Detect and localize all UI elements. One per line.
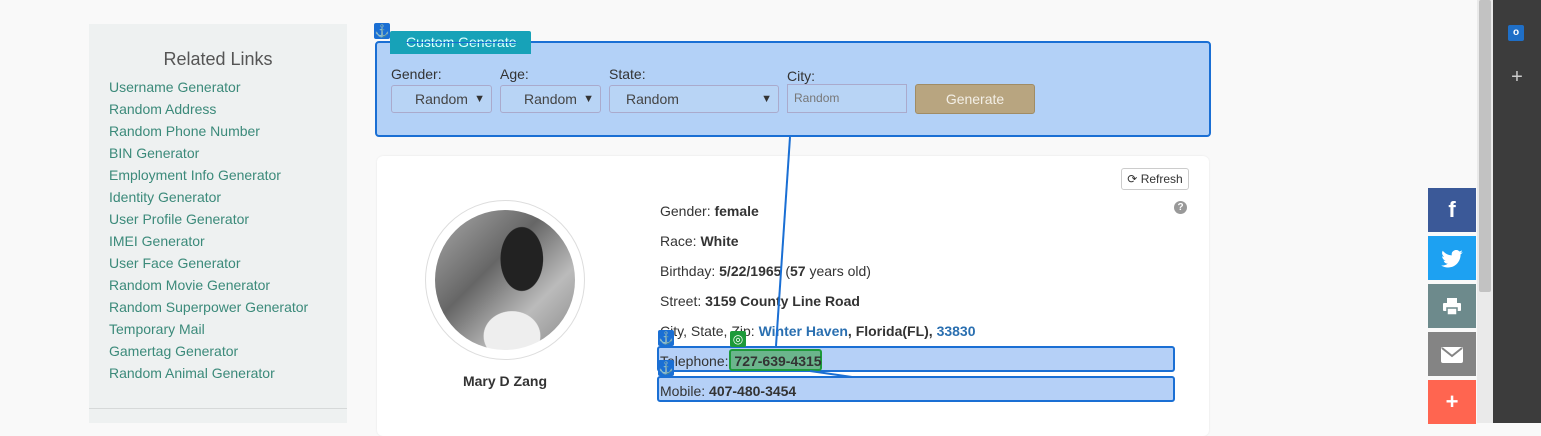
age-label: Age: bbox=[500, 66, 529, 82]
sidebar-link-random-superpower-generator[interactable]: Random Superpower Generator bbox=[109, 299, 308, 321]
chevron-down-icon: ▼ bbox=[761, 93, 772, 105]
age-select-value: Random bbox=[524, 91, 577, 107]
sidebar-link-random-phone-number[interactable]: Random Phone Number bbox=[109, 123, 308, 145]
sidebar-link-user-profile-generator[interactable]: User Profile Generator bbox=[109, 211, 308, 233]
sidebar-link-random-animal-generator[interactable]: Random Animal Generator bbox=[109, 365, 308, 387]
gender-row-label: Gender: bbox=[660, 203, 711, 219]
age-suffix: years old) bbox=[809, 263, 871, 279]
street-label: Street: bbox=[660, 293, 702, 309]
telephone-row: Telephone: 727-639-4315 bbox=[660, 353, 822, 369]
sidebar-divider bbox=[89, 408, 347, 409]
related-links-sidebar: Related Links Username Generator Random … bbox=[89, 24, 347, 423]
race-row: Race: White bbox=[660, 233, 739, 249]
target-icon: ◎ bbox=[730, 331, 746, 347]
refresh-label: Refresh bbox=[1140, 172, 1183, 186]
scrollbar-thumb[interactable] bbox=[1479, 0, 1491, 292]
birthday-row: Birthday: 5/22/1965 (57 years old) bbox=[660, 263, 871, 279]
sidebar-link-temporary-mail[interactable]: Temporary Mail bbox=[109, 321, 308, 343]
state-value: Florida(FL) bbox=[855, 323, 929, 339]
plus-icon: + bbox=[1445, 389, 1459, 414]
age-value: 57 bbox=[790, 263, 806, 279]
state-label: State: bbox=[609, 66, 646, 82]
avatar bbox=[435, 210, 575, 350]
sidebar-link-random-address[interactable]: Random Address bbox=[109, 101, 308, 123]
print-icon bbox=[1443, 298, 1461, 316]
add-icon[interactable]: + bbox=[1508, 66, 1526, 88]
mobile-value[interactable]: 407-480-3454 bbox=[709, 383, 796, 399]
related-links-list: Username Generator Random Address Random… bbox=[109, 79, 308, 387]
age-select[interactable]: Random ▼ bbox=[500, 85, 601, 113]
gender-label: Gender: bbox=[391, 66, 442, 82]
city-link[interactable]: Winter Haven bbox=[759, 323, 848, 339]
birthday-value: 5/22/1965 bbox=[719, 263, 782, 279]
city-input[interactable]: Random bbox=[787, 84, 907, 113]
city-state-zip-row: City, State, Zip: Winter Haven, Florida(… bbox=[660, 323, 976, 339]
anchor-icon: ⚓ bbox=[658, 360, 674, 376]
sidebar-link-random-movie-generator[interactable]: Random Movie Generator bbox=[109, 277, 308, 299]
outlook-icon[interactable]: o bbox=[1508, 25, 1524, 41]
state-select[interactable]: Random ▼ bbox=[609, 85, 779, 113]
state-select-value: Random bbox=[626, 91, 679, 107]
facebook-share-button[interactable]: f bbox=[1428, 188, 1476, 232]
print-share-button[interactable] bbox=[1428, 284, 1476, 328]
chevron-down-icon: ▼ bbox=[583, 93, 594, 105]
more-share-button[interactable]: + bbox=[1428, 380, 1476, 424]
help-icon[interactable]: ? bbox=[1174, 201, 1187, 214]
zip-link[interactable]: 33830 bbox=[937, 323, 976, 339]
facebook-icon: f bbox=[1448, 197, 1456, 222]
refresh-icon: ⟳ bbox=[1127, 172, 1138, 186]
city-label: City: bbox=[787, 68, 815, 84]
anchor-icon: ⚓ bbox=[658, 330, 674, 346]
sidebar-link-user-face-generator[interactable]: User Face Generator bbox=[109, 255, 308, 277]
race-label: Race: bbox=[660, 233, 697, 249]
gender-select-value: Random bbox=[415, 91, 468, 107]
telephone-value[interactable]: 727-639-4315 bbox=[734, 353, 821, 369]
person-name: Mary D Zang bbox=[462, 373, 547, 389]
browser-side-panel bbox=[1493, 0, 1541, 423]
sidebar-link-imei-generator[interactable]: IMEI Generator bbox=[109, 233, 308, 255]
race-value: White bbox=[700, 233, 739, 249]
sidebar-link-gamertag-generator[interactable]: Gamertag Generator bbox=[109, 343, 308, 365]
birthday-label: Birthday: bbox=[660, 263, 716, 279]
gender-value: female bbox=[714, 203, 759, 219]
sidebar-link-employment-info-generator[interactable]: Employment Info Generator bbox=[109, 167, 308, 189]
mobile-row: Mobile: 407-480-3454 bbox=[660, 383, 796, 399]
twitter-share-button[interactable] bbox=[1428, 236, 1476, 280]
email-share-button[interactable] bbox=[1428, 332, 1476, 376]
generate-button[interactable]: Generate bbox=[915, 84, 1035, 114]
email-icon bbox=[1441, 347, 1463, 364]
anchor-icon: ⚓ bbox=[374, 23, 390, 39]
chevron-down-icon: ▼ bbox=[474, 93, 485, 105]
street-value: 3159 County Line Road bbox=[705, 293, 860, 309]
mobile-label: Mobile: bbox=[660, 383, 706, 399]
sidebar-link-username-generator[interactable]: Username Generator bbox=[109, 79, 308, 101]
custom-generate-tab[interactable]: Custom Generate bbox=[390, 31, 531, 54]
gender-row: Gender: female bbox=[660, 203, 759, 219]
refresh-button[interactable]: ⟳ Refresh bbox=[1121, 168, 1189, 190]
related-links-title: Related Links bbox=[163, 49, 273, 69]
sidebar-link-identity-generator[interactable]: Identity Generator bbox=[109, 189, 308, 211]
street-row: Street: 3159 County Line Road bbox=[660, 293, 860, 309]
gender-select[interactable]: Random ▼ bbox=[391, 85, 492, 113]
sidebar-link-bin-generator[interactable]: BIN Generator bbox=[109, 145, 308, 167]
twitter-icon bbox=[1441, 250, 1463, 268]
